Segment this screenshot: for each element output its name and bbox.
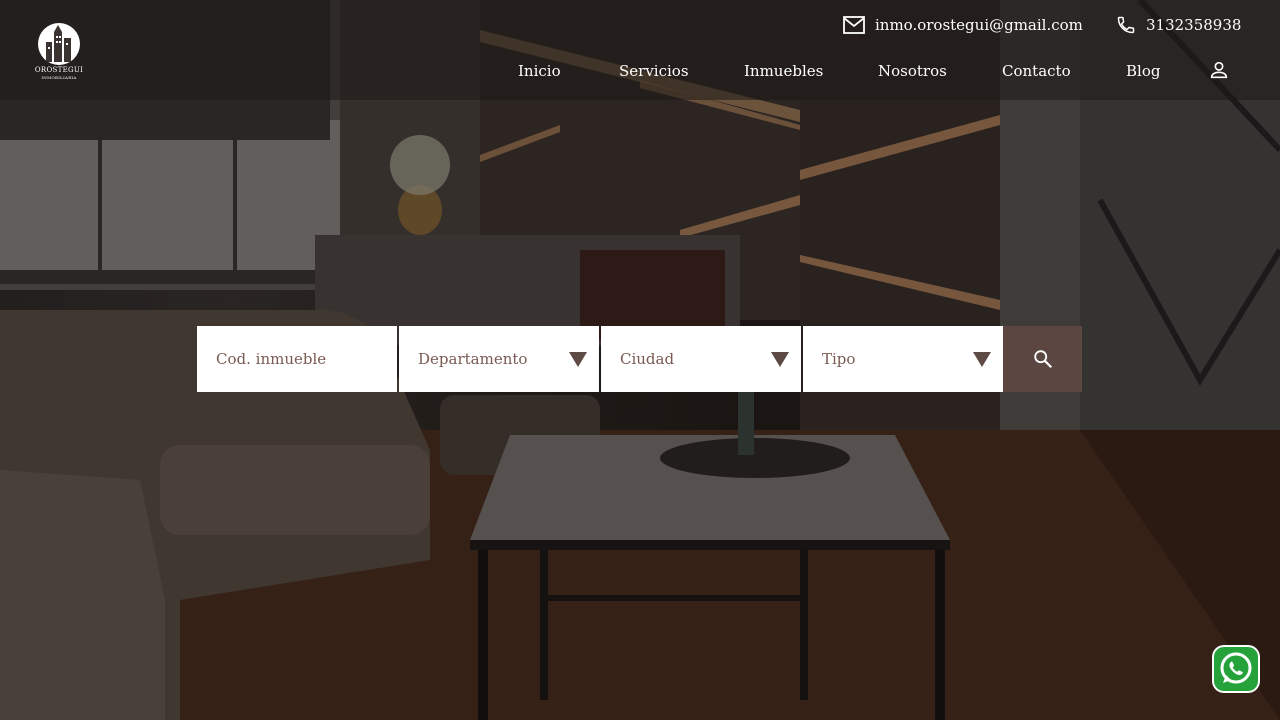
department-select-label: Departamento xyxy=(418,350,528,368)
contact-phone-text: 3132358938 xyxy=(1146,16,1242,34)
type-select-label: Tipo xyxy=(822,350,856,368)
main-nav: Inicio Servicios Inmuebles Nosotros Cont… xyxy=(0,62,1280,84)
mail-icon xyxy=(843,16,865,34)
department-select[interactable]: Departamento xyxy=(399,326,599,392)
property-search-bar: Cod. inmueble Departamento Ciudad Tipo xyxy=(197,326,1082,392)
site-header: OROSTEGUI INMOBILIARIA inmo.orostegui@gm… xyxy=(0,0,1280,100)
search-button[interactable] xyxy=(1003,326,1082,392)
search-icon xyxy=(1033,350,1052,369)
property-code-input[interactable]: Cod. inmueble xyxy=(197,326,397,392)
chevron-down-icon xyxy=(569,352,587,367)
nav-item-blog[interactable]: Blog xyxy=(1126,62,1160,80)
whatsapp-icon xyxy=(1214,647,1258,691)
whatsapp-button[interactable] xyxy=(1212,645,1260,693)
nav-item-contacto[interactable]: Contacto xyxy=(1002,62,1071,80)
type-select[interactable]: Tipo xyxy=(803,326,1003,392)
contact-phone[interactable]: 3132358938 xyxy=(1116,14,1241,36)
chevron-down-icon xyxy=(771,352,789,367)
user-icon[interactable] xyxy=(1208,59,1230,81)
nav-item-servicios[interactable]: Servicios xyxy=(619,62,689,80)
property-code-placeholder: Cod. inmueble xyxy=(216,350,327,368)
contact-email-text: inmo.orostegui@gmail.com xyxy=(875,16,1083,34)
city-select-label: Ciudad xyxy=(620,350,675,368)
city-select[interactable]: Ciudad xyxy=(601,326,801,392)
phone-icon xyxy=(1117,16,1135,34)
contact-email[interactable]: inmo.orostegui@gmail.com xyxy=(843,14,1083,36)
nav-item-nosotros[interactable]: Nosotros xyxy=(878,62,947,80)
nav-item-inmuebles[interactable]: Inmuebles xyxy=(744,62,823,80)
nav-item-inicio[interactable]: Inicio xyxy=(518,62,561,80)
chevron-down-icon xyxy=(973,352,991,367)
